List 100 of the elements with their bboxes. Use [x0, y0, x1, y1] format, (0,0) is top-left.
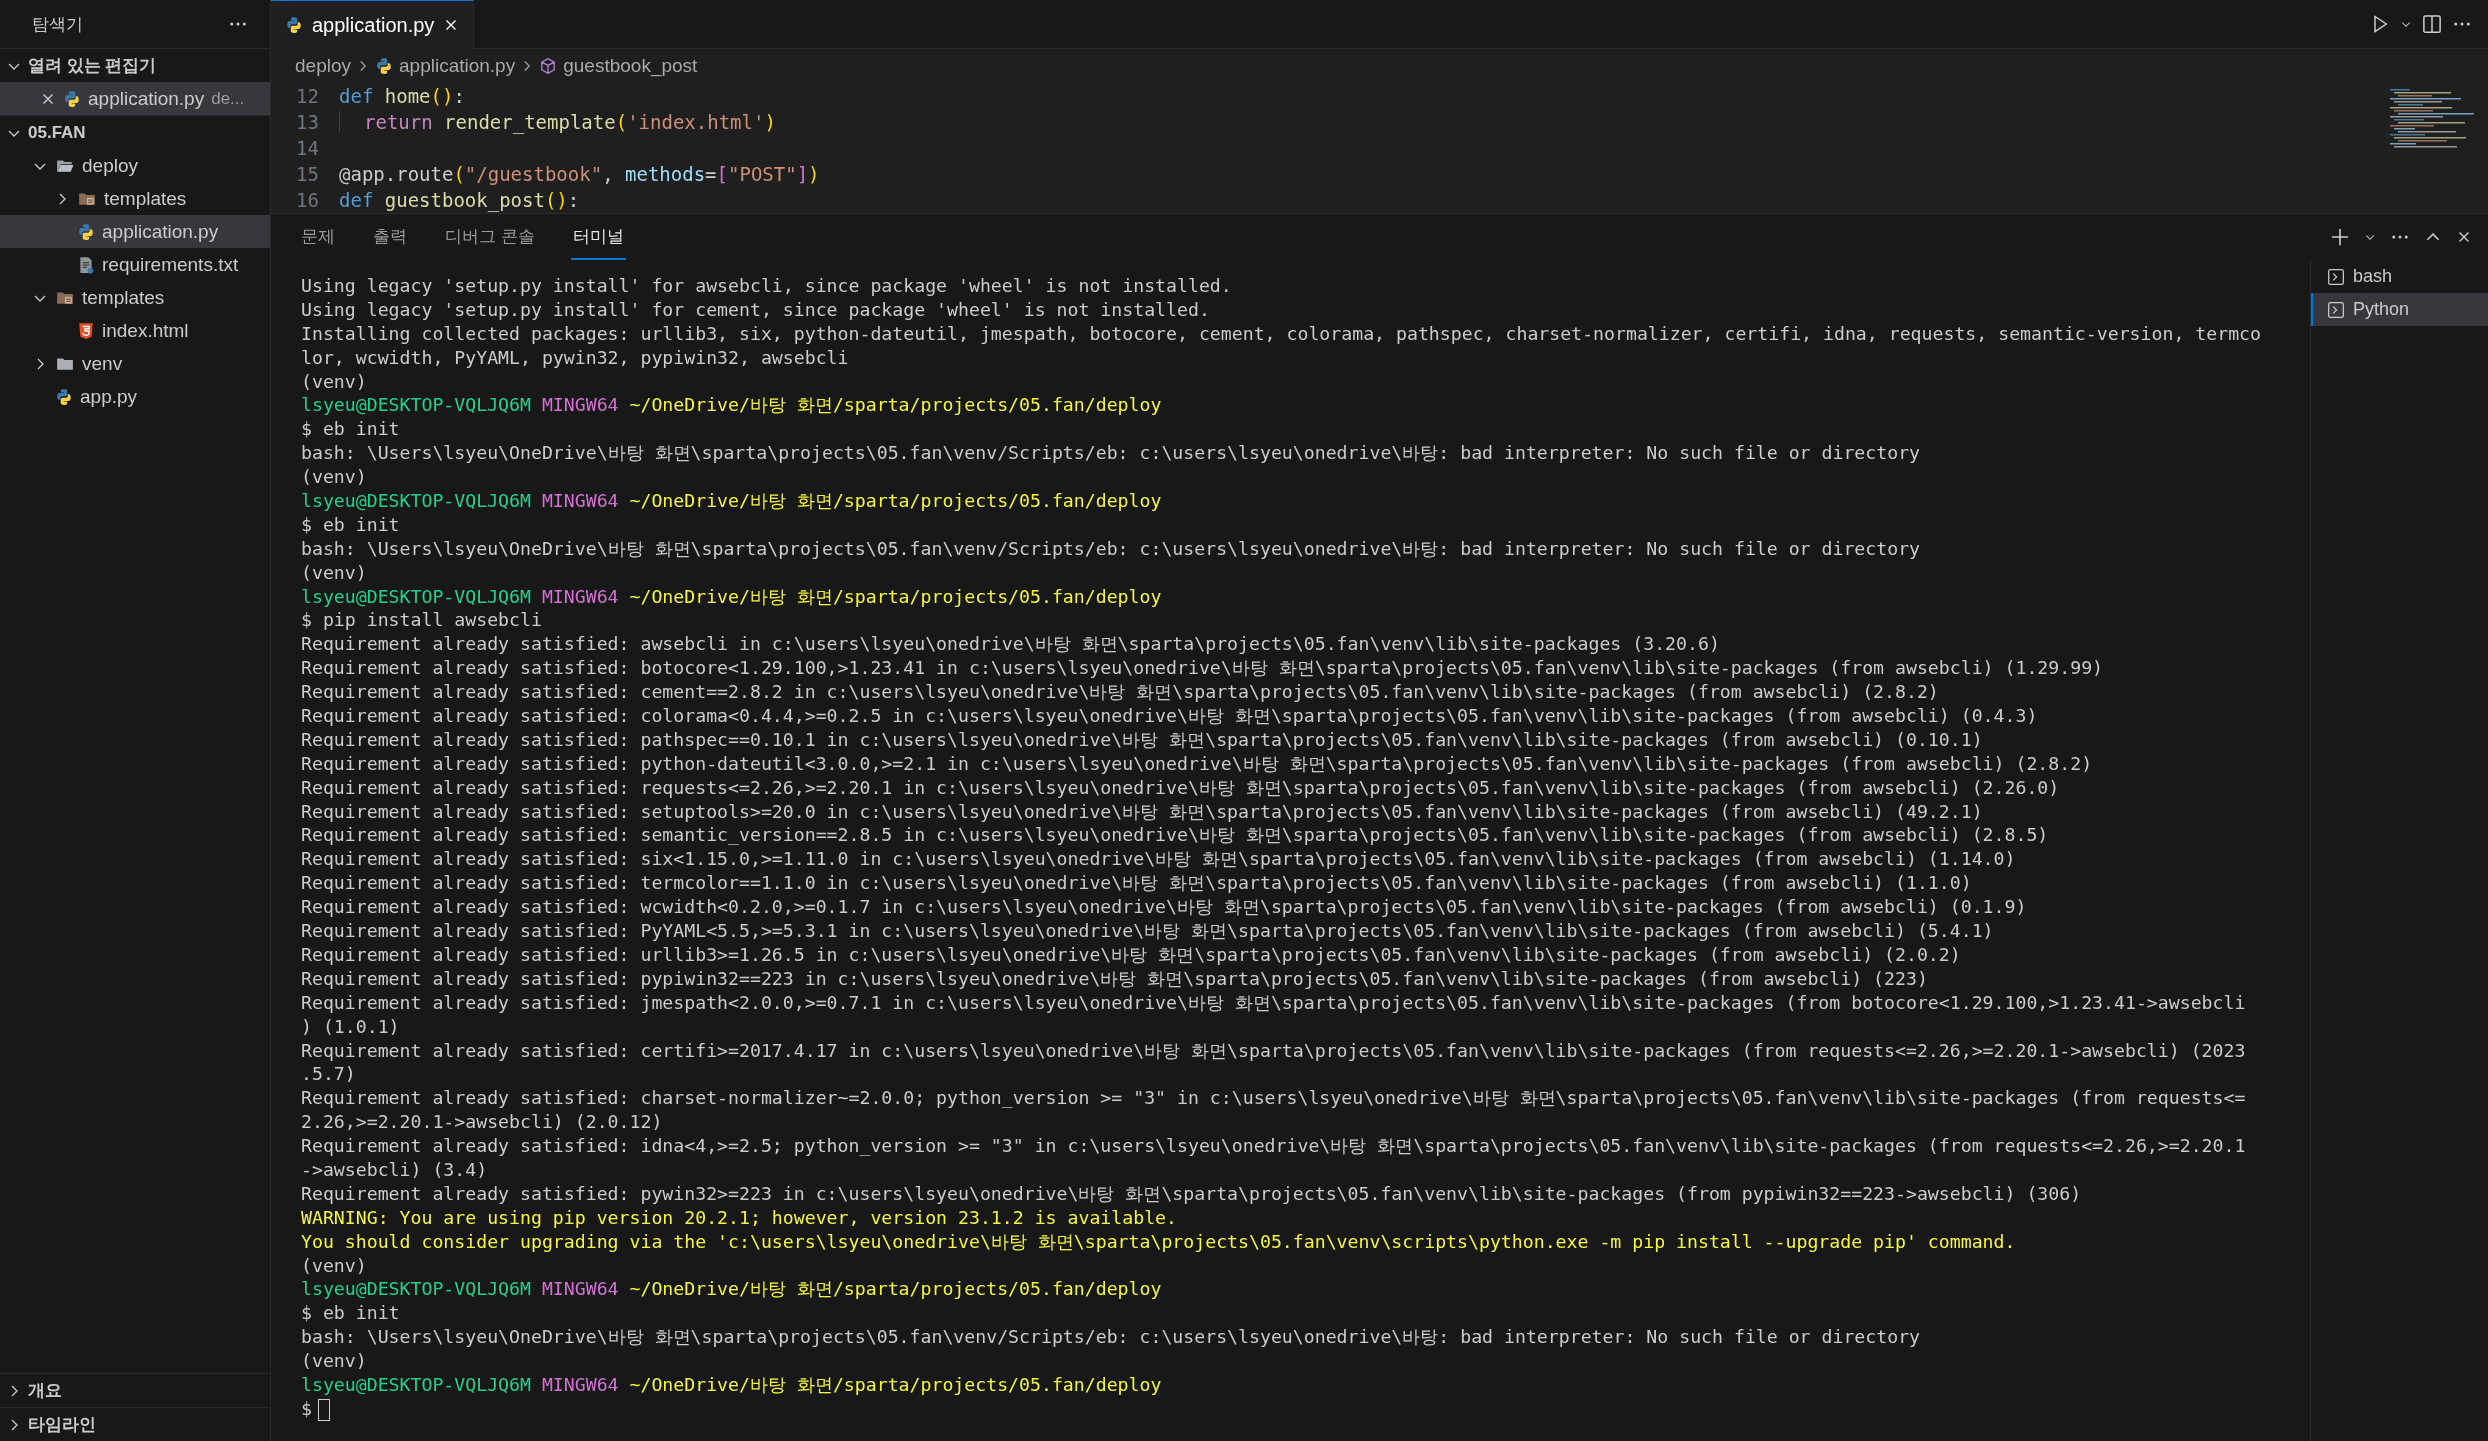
- terminal-line: $ eb init: [301, 512, 400, 537]
- terminal-line: lor, wcwidth, PyYAML, pywin32, pypiwin32, awsebcli: [301, 345, 849, 370]
- terminal-warning: You should consider upgrading via the 'c:\users\lsyeu\onedrive\바탕 화면\sparta\projects\05.fan\venv\scripts\python.exe -m pip install --upgrade pip' command.: [301, 1229, 2016, 1254]
- terminal-icon: [2327, 267, 2345, 286]
- folder-item[interactable]: deploy: [0, 149, 270, 182]
- open-editor-item[interactable]: application.py de...: [0, 82, 270, 115]
- terminal-line: Requirement already satisfied: python-dateutil<3.0.0,>=2.1 in c:\users\lsyeu\onedrive\바탕 화면\sparta\projects\05.fan\venv\lib\site-packages (from awsebcli) (2.8.2): [301, 751, 2093, 776]
- terminal-line: Requirement already satisfied: awsebcli in c:\users\lsyeu\onedrive\바탕 화면\sparta\projects\05.fan\venv\lib\site-packages (3.20.6): [301, 632, 1720, 657]
- breadcrumb-item[interactable]: application.py: [375, 55, 516, 77]
- section-title: 열려 있는 편집기: [28, 55, 157, 77]
- terminal-line: Requirement already satisfied: pypiwin32==223 in c:\users\lsyeu\onedrive\바탕 화면\sparta\projects\05.fan\venv\lib\site-packages (from awsebcli) (223): [301, 966, 1928, 991]
- python-icon: [63, 89, 81, 108]
- terminal-line: Requirement already satisfied: requests<=2.26,>=2.20.1 in c:\users\lsyeu\onedrive\바탕 화면\sparta\projects\05.fan\venv\lib\site-packages (from awsebcli) (2.26.0): [301, 775, 2060, 800]
- python-icon: [55, 387, 73, 406]
- file-name: application.py: [88, 87, 205, 110]
- sidebar-title: 탐색기: [32, 13, 83, 36]
- file-path: de...: [211, 88, 245, 109]
- terminal-line: .5.7): [301, 1062, 356, 1087]
- file-name: app.py: [80, 385, 138, 408]
- terminal-prompt: lsyeu@DESKTOP-VQLJQ6M MINGW64 ~/OneDrive/바탕 화면/sparta/projects/05.fan/deploy: [301, 584, 1162, 609]
- line-number: 12: [295, 85, 320, 107]
- terminal-line: Requirement already satisfied: pywin32>=223 in c:\users\lsyeu\onedrive\바탕 화면\sparta\projects\05.fan\venv\lib\site-packages (from pypiwin32==223->awsebcli) (306): [301, 1181, 2082, 1206]
- terminal-line: Requirement already satisfied: botocore<1.29.100,>1.23.41 in c:\users\lsyeu\onedrive\바탕 화면\sparta\projects\05.fan\venv\lib\site-packages (from awsebcli) (1.29.99): [301, 656, 2104, 681]
- terminal-line: Using legacy 'setup.py install' for awsebcli, since package 'wheel' is not installed.: [301, 274, 1232, 298]
- file-item[interactable]: requirements.txt: [0, 248, 270, 281]
- terminal-line: Requirement already satisfied: PyYAML<5.5,>=5.3.1 in c:\users\lsyeu\onedrive\바탕 화면\sparta\projects\05.fan\venv\lib\site-packages (from awsebcli) (5.4.1): [301, 919, 1994, 943]
- split-editor-icon[interactable]: [2422, 14, 2442, 34]
- line-number: 13: [295, 111, 320, 133]
- terminal-line: Requirement already satisfied: cement==2.8.2 in c:\users\lsyeu\onedrive\바탕 화면\sparta\projects\05.fan\venv\lib\site-packages (from awsebcli) (2.8.2): [301, 680, 1939, 705]
- terminal-line: bash: \Users\lsyeu\OneDrive\바탕 화면\sparta\projects\05.fan\venv/Scripts/eb: c:\users\lsyeu\onedrive\바탕: bad interpreter: No such file or directory: [301, 1325, 1921, 1350]
- breadcrumb-item[interactable]: deploy: [295, 55, 351, 77]
- terminal-line: Requirement already satisfied: colorama<0.4.4,>=0.2.5 in c:\users\lsyeu\onedrive\바탕 화면\sparta\projects\05.fan\venv\lib\site-packages (from awsebcli) (0.4.3): [301, 704, 2038, 728]
- folder-name: templates: [82, 286, 165, 309]
- terminal-line: 2.26,>=2.20.1->awsebcli) (2.0.12): [301, 1110, 663, 1135]
- terminal-line: Requirement already satisfied: urllib3>=1.26.5 in c:\users\lsyeu\onedrive\바탕 화면\sparta\projects\05.fan\venv\lib\site-packages (from awsebcli) (2.0.2): [301, 942, 1961, 967]
- terminal-warning: WARNING: You are using pip version 20.2.1; however, version 23.1.2 is available.: [301, 1205, 1177, 1230]
- terminal-line: ->awsebcli) (3.4): [301, 1157, 488, 1182]
- line-number: 15: [295, 163, 320, 185]
- panel-tab[interactable]: 터미널: [570, 214, 626, 260]
- terminal-line: (venv): [301, 560, 367, 585]
- terminal-list-item[interactable]: bash: [2311, 260, 2488, 293]
- file-item[interactable]: app.py: [0, 380, 270, 413]
- folder-item[interactable]: templates: [0, 281, 270, 314]
- terminal-line: Requirement already satisfied: certifi>=2017.4.17 in c:\users\lsyeu\onedrive\바탕 화면\sparta\projects\05.fan\venv\lib\site-packages (from requests<=2.26,>=2.20.1->awsebcli) (2023: [301, 1038, 2246, 1063]
- panel-tab[interactable]: 디버그 콘솔: [443, 214, 537, 260]
- html-file-icon: [77, 321, 95, 340]
- code-line: @app.route("/guestbook", methods=["POST"]): [339, 163, 820, 185]
- section-title: 개요: [28, 1380, 62, 1402]
- panel-tab[interactable]: 출력: [371, 214, 409, 260]
- folder-item[interactable]: templates: [0, 182, 270, 215]
- line-number: 16: [295, 189, 320, 211]
- terminal-line: Using legacy 'setup.py install' for cement, since package 'wheel' is not installed.: [301, 297, 1210, 322]
- terminal-icon: [2327, 300, 2345, 319]
- terminal-line: Requirement already satisfied: termcolor==1.1.0 in c:\users\lsyeu\onedrive\바탕 화면\sparta\projects\05.fan\venv\lib\site-packages (from awsebcli) (1.1.0): [301, 871, 1972, 896]
- section-header[interactable]: 개요: [0, 1373, 270, 1407]
- terminal-prompt: lsyeu@DESKTOP-VQLJQ6M MINGW64 ~/OneDrive/바탕 화면/sparta/projects/05.fan/deploy: [301, 1277, 1162, 1302]
- terminal-list-item[interactable]: Python: [2311, 293, 2488, 326]
- line-number: 14: [295, 137, 320, 159]
- section-title: 05.FAN: [28, 122, 86, 143]
- folder-name: deploy: [82, 154, 138, 177]
- terminal-line: $ eb init: [301, 417, 400, 442]
- terminal-line: ) (1.0.1): [301, 1014, 400, 1039]
- folder-name: venv: [82, 352, 123, 375]
- section-header[interactable]: 타임라인: [0, 1407, 270, 1441]
- terminal-line: Installing collected packages: urllib3, six, python-dateutil, jmespath, botocore, cement, colorama, pathspec, charset-normalizer, certifi, idna, requests, semantic-version, termco: [301, 321, 2261, 346]
- code-line: return render_template('index.html'): [339, 111, 776, 133]
- file-item[interactable]: index.html: [0, 314, 270, 347]
- terminal-line: Requirement already satisfied: idna<4,>=2.5; python_version >= "3" in c:\users\lsyeu\onedrive\바탕 화면\sparta\projects\05.fan\venv\lib\site-packages (from requests<=2.26,>=2.20.1: [301, 1134, 2246, 1158]
- terminal-line: bash: \Users\lsyeu\OneDrive\바탕 화면\sparta\projects\05.fan\venv/Scripts/eb: c:\users\lsyeu\onedrive\바탕: bad interpreter: No such file or directory: [301, 441, 1921, 466]
- terminal-line: $ pip install awsebcli: [301, 608, 542, 633]
- breadcrumb-item[interactable]: guestbook_post: [539, 55, 698, 77]
- terminal-line: Requirement already satisfied: semantic_version==2.8.5 in c:\users\lsyeu\onedrive\바탕 화면\sparta\projects\05.fan\venv\lib\site-packages (from awsebcli) (2.8.5): [301, 823, 2049, 848]
- terminal-line: Requirement already satisfied: pathspec==0.10.1 in c:\users\lsyeu\onedrive\바탕 화면\sparta\projects\05.fan\venv\lib\site-packages (from awsebcli) (0.10.1): [301, 727, 1983, 752]
- terminal-line: (venv): [301, 369, 367, 394]
- terminal-line: (venv): [301, 1349, 367, 1373]
- file-item[interactable]: application.py: [0, 215, 270, 248]
- terminal-prompt: lsyeu@DESKTOP-VQLJQ6M MINGW64 ~/OneDrive/바탕 화면/sparta/projects/05.fan/deploy: [301, 393, 1162, 418]
- terminal-input[interactable]: $: [301, 1397, 312, 1419]
- folder-name: templates: [104, 187, 187, 210]
- folder-item[interactable]: venv: [0, 347, 270, 380]
- editor-tab[interactable]: application.py: [271, 0, 475, 49]
- terminal-line: Requirement already satisfied: setuptools>=20.0 in c:\users\lsyeu\onedrive\바탕 화면\sparta\projects\05.fan\venv\lib\site-packages (from awsebcli) (49.2.1): [301, 799, 1983, 824]
- cube-icon: [539, 57, 558, 75]
- terminal-prompt: lsyeu@DESKTOP-VQLJQ6M MINGW64 ~/OneDrive/바탕 화면/sparta/projects/05.fan/deploy: [301, 489, 1162, 513]
- cursor: [317, 1398, 330, 1421]
- code-line: def home():: [339, 85, 465, 107]
- python-icon: [285, 16, 303, 34]
- terminal-line: Requirement already satisfied: charset-normalizer~=2.0.0; python_version >= "3" in c:\users\lsyeu\onedrive\바탕 화면\sparta\projects\05.fan\venv\lib\site-packages (from requests<=: [301, 1086, 2246, 1111]
- plus-icon[interactable]: [2330, 227, 2350, 247]
- terminal-prompt: lsyeu@DESKTOP-VQLJQ6M MINGW64 ~/OneDrive/바탕 화면/sparta/projects/05.fan/deploy: [301, 1372, 1162, 1397]
- terminal-line: (venv): [301, 1253, 367, 1278]
- terminal-line: bash: \Users\lsyeu\OneDrive\바탕 화면\sparta\projects\05.fan\venv/Scripts/eb: c:\users\lsyeu\onedrive\바탕: bad interpreter: No such file or directory: [301, 536, 1921, 561]
- code-line: def guestbook_post():: [339, 189, 580, 211]
- panel-tab[interactable]: 문제: [299, 214, 337, 260]
- terminal-line: Requirement already satisfied: jmespath<2.0.0,>=0.7.1 in c:\users\lsyeu\onedrive\바탕 화면\sparta\projects\05.fan\venv\lib\site-packages (from botocore<1.29.100,>1.23.41->awsebcli: [301, 990, 2246, 1015]
- python-icon: [375, 57, 393, 75]
- section-header[interactable]: 05.FAN: [0, 115, 270, 149]
- terminal-line: Requirement already satisfied: wcwidth<0.2.0,>=0.1.7 in c:\users\lsyeu\onedrive\바탕 화면\sparta\projects\05.fan\venv\lib\site-packages (from awsebcli) (0.1.9): [301, 895, 2027, 920]
- file-name: index.html: [102, 319, 189, 342]
- python-icon: [77, 222, 95, 241]
